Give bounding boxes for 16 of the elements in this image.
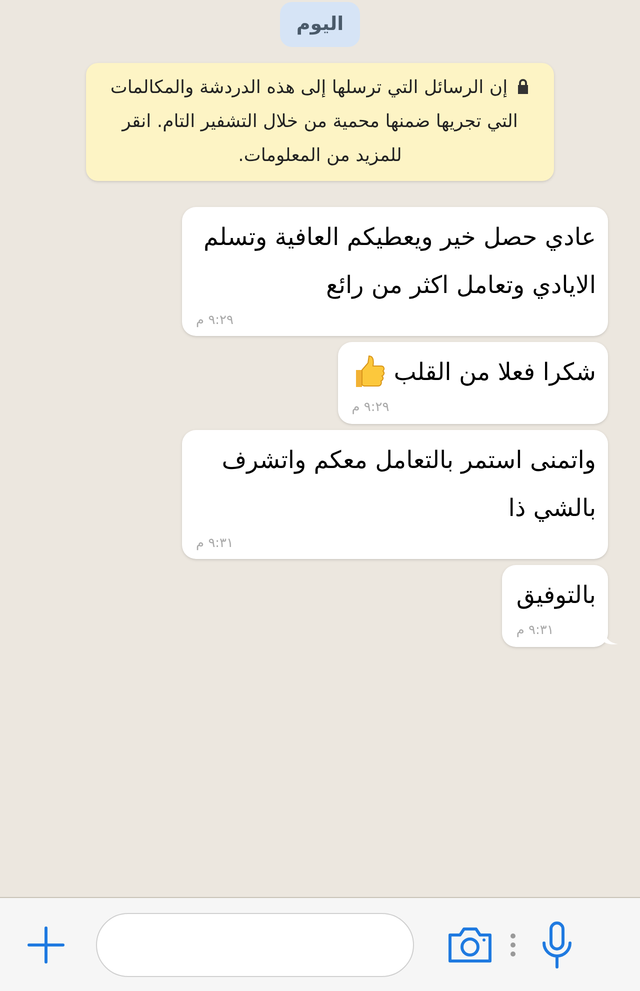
plus-icon[interactable]: [26, 924, 66, 964]
more-dots-icon[interactable]: [510, 932, 516, 956]
message-text: شكرا فعلا من القلب: [394, 357, 596, 388]
message-time: ٩:٣١ م: [516, 622, 554, 640]
message-text: عادي حصل خير ويعطيكم العافية وتسلم الايادي وتعامل اكثر من رائع: [202, 222, 596, 301]
message-text: بالتوفيق: [516, 580, 596, 611]
camera-icon[interactable]: [446, 924, 494, 964]
message-time: ٩:٢٩ م: [196, 312, 234, 330]
message-time: ٩:٢٩ م: [352, 399, 390, 417]
message-text: واتمنى استمر بالتعامل معكم واتشرف بالشي ذا: [220, 444, 596, 524]
lock-icon: [516, 78, 530, 94]
message-time: ٩:٣١ م: [196, 534, 234, 552]
encryption-notice[interactable]: إن الرسائل التي ترسلها إلى هذه الدردشة والمكالمات التي تجريها ضمنها محمية من خلال التشفير التام. انقر للمزيد من المعلومات.: [86, 62, 554, 180]
date-chip: اليوم: [280, 2, 360, 46]
microphone-icon[interactable]: [540, 920, 574, 968]
encryption-notice-text: إن الرسائل التي ترسلها إلى هذه الدردشة والمكالمات التي تجريها ضمنها محمية من خلال التشفير التام. انقر للمزيد من المعلومات.: [110, 70, 530, 172]
